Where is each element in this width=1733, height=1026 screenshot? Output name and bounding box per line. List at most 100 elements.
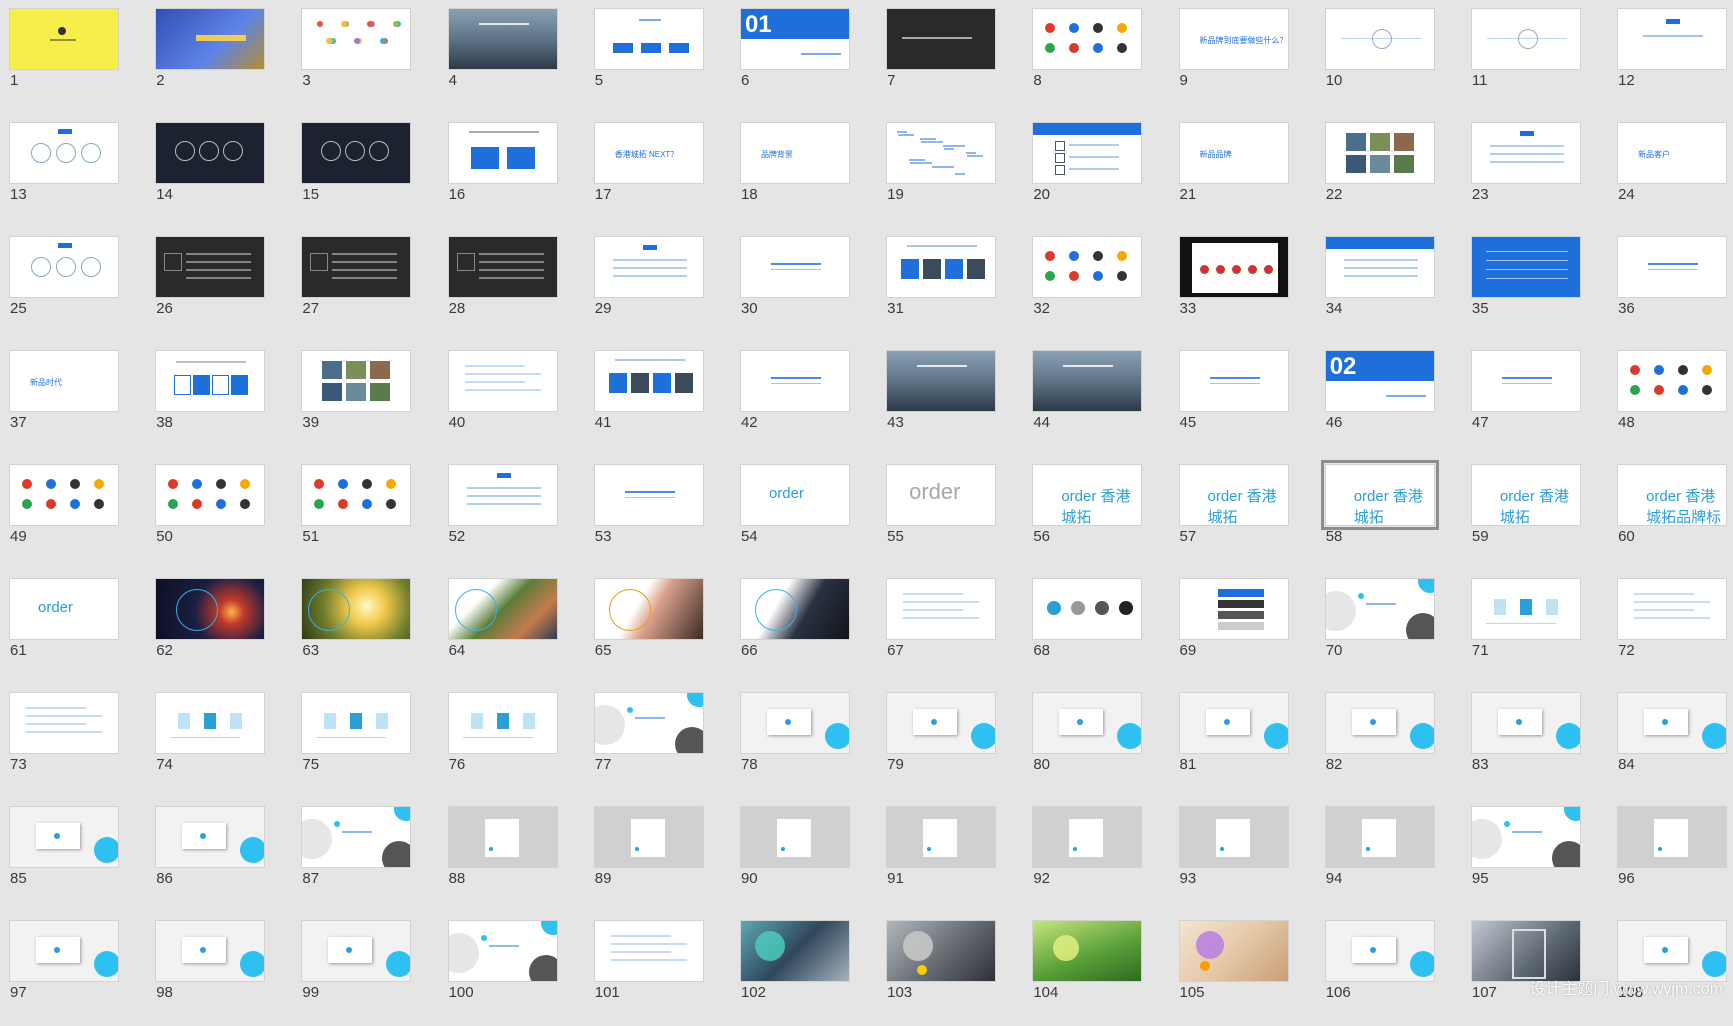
slide-preview[interactable]: order	[9, 578, 119, 640]
slide-thumbnail[interactable]: 65	[593, 578, 704, 684]
slide-thumbnail[interactable]: 47	[1470, 350, 1581, 456]
slide-thumbnail[interactable]: order 61	[9, 578, 119, 684]
slide-thumbnail[interactable]: 29	[593, 236, 704, 342]
slide-thumbnail[interactable]: 87	[301, 806, 412, 912]
slide-thumbnail[interactable]: order 香港城拓 56	[1032, 464, 1143, 570]
slide-preview[interactable]	[1032, 350, 1143, 412]
slide-preview[interactable]	[1324, 920, 1435, 982]
slide-thumbnail[interactable]: 53	[593, 464, 704, 570]
slide-preview[interactable]	[593, 350, 704, 412]
slide-preview[interactable]	[593, 578, 704, 640]
slide-thumbnail[interactable]: 108	[1617, 920, 1728, 1026]
slide-preview[interactable]	[447, 806, 558, 868]
slide-thumbnail[interactable]: 96	[1617, 806, 1728, 912]
slide-preview[interactable]	[886, 350, 997, 412]
slide-preview[interactable]	[1470, 236, 1581, 298]
slide-thumbnail[interactable]: 36	[1617, 236, 1728, 342]
slide-preview[interactable]	[155, 806, 266, 868]
slide-thumbnail[interactable]: 30	[739, 236, 850, 342]
slide-thumbnail[interactable]: 31	[886, 236, 997, 342]
slide-preview[interactable]	[1470, 692, 1581, 754]
slide-preview[interactable]: 新品品牌	[1178, 122, 1289, 184]
slide-preview[interactable]	[447, 122, 558, 184]
slide-thumbnail[interactable]: 28	[447, 236, 558, 342]
slide-preview[interactable]	[739, 578, 850, 640]
slide-thumbnail[interactable]: 新品牌到底要做些什么？ 9	[1178, 8, 1289, 114]
slide-preview[interactable]	[1032, 578, 1143, 640]
slide-thumbnail[interactable]: 80	[1032, 692, 1143, 798]
slide-preview[interactable]	[301, 350, 412, 412]
slide-preview[interactable]	[447, 8, 558, 70]
slide-thumbnail[interactable]: 33	[1178, 236, 1289, 342]
slide-thumbnail[interactable]: 74	[155, 692, 266, 798]
slide-thumbnail[interactable]: 71	[1470, 578, 1581, 684]
slide-preview[interactable]	[1470, 8, 1581, 70]
slide-preview[interactable]	[1470, 122, 1581, 184]
slide-thumbnail[interactable]: 35	[1470, 236, 1581, 342]
slide-thumbnail[interactable]: 10	[1324, 8, 1435, 114]
slide-thumbnail[interactable]: 72	[1617, 578, 1728, 684]
slide-thumbnail[interactable]: 32	[1032, 236, 1143, 342]
slide-preview[interactable]	[447, 692, 558, 754]
slide-thumbnail[interactable]: 19	[886, 122, 997, 228]
slide-preview[interactable]	[886, 122, 997, 184]
slide-preview[interactable]	[1324, 578, 1435, 640]
slide-thumbnail[interactable]: 102	[739, 920, 850, 1026]
slide-thumbnail[interactable]: 90	[739, 806, 850, 912]
slide-preview[interactable]	[886, 920, 997, 982]
slide-preview[interactable]	[9, 122, 119, 184]
slide-preview[interactable]	[1178, 806, 1289, 868]
slide-preview[interactable]: 新品客户	[1617, 122, 1728, 184]
slide-preview[interactable]: order 香港城拓	[1320, 460, 1439, 530]
slide-thumbnail[interactable]: 26	[155, 236, 266, 342]
slide-thumbnail[interactable]: 23	[1470, 122, 1581, 228]
slide-preview[interactable]	[447, 464, 558, 526]
slide-preview[interactable]	[739, 920, 850, 982]
slide-thumbnail[interactable]: 70	[1324, 578, 1435, 684]
slide-preview[interactable]	[1617, 578, 1728, 640]
slide-thumbnail[interactable]: 14	[155, 122, 266, 228]
slide-preview[interactable]: order 香港城拓	[1470, 464, 1581, 526]
slide-preview[interactable]: 品牌背景	[739, 122, 850, 184]
slide-preview[interactable]	[155, 122, 266, 184]
slide-thumbnail[interactable]: 44	[1032, 350, 1143, 456]
slide-preview[interactable]: 香港城拓 NEXT？	[593, 122, 704, 184]
slide-thumbnail[interactable]: order 54	[739, 464, 850, 570]
slide-preview[interactable]	[1324, 806, 1435, 868]
slide-thumbnail[interactable]: 7	[886, 8, 997, 114]
slide-preview[interactable]	[593, 692, 704, 754]
slide-preview[interactable]	[9, 8, 119, 70]
slide-thumbnail[interactable]: 45	[1178, 350, 1289, 456]
slide-preview[interactable]	[739, 350, 850, 412]
slide-preview[interactable]	[1617, 692, 1728, 754]
slide-preview[interactable]	[1470, 350, 1581, 412]
slide-preview[interactable]	[1617, 350, 1728, 412]
slide-preview[interactable]	[886, 578, 997, 640]
slide-preview[interactable]	[739, 236, 850, 298]
slide-preview[interactable]	[301, 122, 412, 184]
slide-thumbnail[interactable]: 107	[1470, 920, 1581, 1026]
slide-preview[interactable]	[155, 350, 266, 412]
slide-thumbnail[interactable]: 88	[447, 806, 558, 912]
slide-preview[interactable]	[447, 920, 558, 982]
slide-preview[interactable]	[1324, 8, 1435, 70]
slide-thumbnail[interactable]: 3	[301, 8, 412, 114]
slide-thumbnail[interactable]: 100	[447, 920, 558, 1026]
slide-preview[interactable]	[1178, 578, 1289, 640]
slide-thumbnail[interactable]: 76	[447, 692, 558, 798]
slide-preview[interactable]: order 香港城拓品牌标识	[1617, 464, 1728, 526]
slide-thumbnail[interactable]: 43	[886, 350, 997, 456]
slide-thumbnail[interactable]: 1	[9, 8, 119, 114]
slide-preview[interactable]	[155, 236, 266, 298]
slide-preview[interactable]: order 香港城拓	[1178, 464, 1289, 526]
slide-preview[interactable]	[1617, 806, 1728, 868]
slide-preview[interactable]	[1617, 236, 1728, 298]
slide-preview[interactable]	[739, 692, 850, 754]
slide-preview[interactable]	[1617, 8, 1728, 70]
slide-preview[interactable]	[1470, 578, 1581, 640]
slide-preview[interactable]	[301, 8, 412, 70]
slide-thumbnail[interactable]: 20	[1032, 122, 1143, 228]
slide-preview[interactable]	[1032, 692, 1143, 754]
slide-thumbnail[interactable]: 34	[1324, 236, 1435, 342]
slide-thumbnail[interactable]: 11	[1470, 8, 1581, 114]
